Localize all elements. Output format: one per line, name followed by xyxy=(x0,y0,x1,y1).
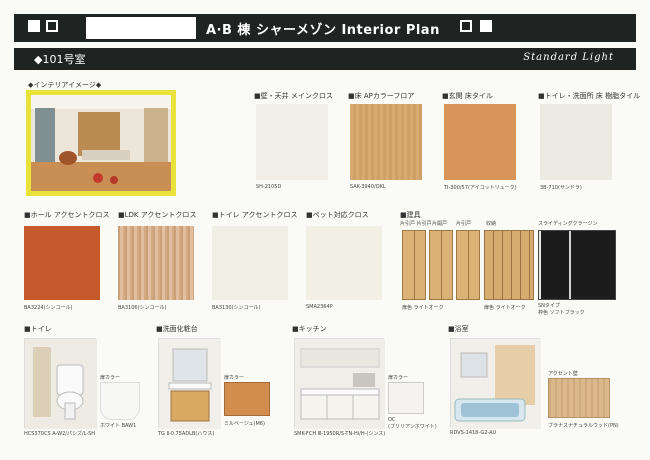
fittings-label: ■建具 xyxy=(400,211,421,219)
blank-label-box xyxy=(86,17,196,39)
finish-label-wall-ceiling: ■壁・天井 メインクロス xyxy=(254,92,333,100)
finish-code-toilet-floor: 3B-710(サンドラ) xyxy=(540,185,582,191)
swatch-toilet-accent xyxy=(212,226,288,300)
finish-code-hall: BA3224(シンコール) xyxy=(24,305,73,311)
finish-label-hall: ■ホール アクセントクロス xyxy=(24,211,110,219)
vanity-color-swatch xyxy=(224,382,270,416)
swatch-pet xyxy=(306,226,382,300)
kitchen-illustration xyxy=(295,339,385,429)
page-title: A·B 棟 シャーメゾン Interior Plan xyxy=(206,23,440,38)
door-label-sliding: 片引戸 片引戸 xyxy=(400,221,432,227)
finish-label-toilet-floor: ■トイレ・洗面所 床 樹脂タイル xyxy=(538,92,641,100)
toilet-label: ■トイレ xyxy=(24,325,52,333)
finish-label-entrance: ■玄関 床タイル xyxy=(442,92,493,100)
door-sliding-swatch xyxy=(402,230,426,300)
kitchen-color-swatch xyxy=(388,382,424,414)
vanity-color: ミルベージュ(M6) xyxy=(224,421,265,427)
swatch-floor xyxy=(350,104,422,180)
interior-plan-sheet: A·B 棟 シャーメゾン Interior Plan ◆101号室 Standa… xyxy=(0,0,650,460)
finish-code-pet: SMA2364P xyxy=(306,304,333,310)
finish-code-wall-ceiling: SH-2105D xyxy=(256,184,282,190)
finish-code-ldk: BA3106(シンコール) xyxy=(118,305,167,311)
swatch-entrance-tile xyxy=(444,104,516,180)
vanity-photo xyxy=(158,338,221,429)
finish-code-toilet-accent: BA3130(シンコール) xyxy=(212,305,261,311)
finish-label-floor: ■床 APカラーフロア xyxy=(348,92,415,100)
door-label-sliding-closet: スライディングクラージン xyxy=(538,221,598,227)
finish-label-toilet-accent: ■トイレ アクセントクロス xyxy=(212,211,298,219)
swatch-hall xyxy=(24,226,100,300)
room-number: ◆101号室 xyxy=(34,53,86,66)
sliding-closet-swatch xyxy=(538,230,616,300)
interior-image xyxy=(26,90,176,196)
bath-accent-swatch xyxy=(548,378,610,418)
door-hinged-swatch xyxy=(429,230,453,300)
kitchen-photo xyxy=(294,338,385,429)
toilet-door-color-label: 扉カラー xyxy=(100,375,121,381)
square-outline-icon xyxy=(46,20,58,32)
header-bar: A·B 棟 シャーメゾン Interior Plan xyxy=(14,14,636,42)
door-color-right-sub: 枠色 ソフトブラック xyxy=(538,310,585,316)
door-color-right: SNタイプ xyxy=(538,303,560,309)
swatch-wall-ceiling xyxy=(256,104,328,180)
swatch-ldk xyxy=(118,226,194,300)
door-label-single-sliding: 片引戸 xyxy=(456,221,472,227)
kitchen-code: SMK-FCH Ⅲ-1950R/S-TN-Hi/H-(シンス) xyxy=(294,431,386,437)
bath-accent-label: アクセント壁 xyxy=(548,371,578,377)
square-filled-icon xyxy=(28,20,40,32)
toilet-code: HCS370CS A-W2/パシズ/L-SH xyxy=(24,431,96,437)
toilet-illustration xyxy=(25,339,97,429)
sub-header-bar: ◆101号室 Standard Light xyxy=(14,48,636,70)
finish-label-pet: ■ペット対応クロス xyxy=(306,211,369,219)
toilet-color-swatch xyxy=(100,382,140,420)
door-color-mid: 扉色 ライトオーク xyxy=(484,305,526,311)
bath-label: ■浴室 xyxy=(448,325,469,333)
kitchen-label: ■キッチン xyxy=(292,325,327,333)
bath-illustration xyxy=(451,339,541,429)
finish-label-ldk: ■LDK アクセントクロス xyxy=(118,211,197,219)
kitchen-door-color-label: 扉カラー xyxy=(388,375,409,381)
bath-color: ブラナスナチュラルウッド(PN) xyxy=(548,423,619,429)
finish-code-floor: SAK-3940/OKL xyxy=(350,184,386,190)
kitchen-color-sub: (ブリリアンホワイト) xyxy=(388,424,437,430)
vanity-illustration xyxy=(159,339,221,429)
bath-photo xyxy=(450,338,541,429)
square-outline-icon xyxy=(460,20,472,32)
vanity-label: ■洗面化粧台 xyxy=(156,325,198,333)
standard-label: Standard Light xyxy=(523,52,614,63)
finish-code-entrance: TI-300/57(アイコットリューク) xyxy=(444,185,517,191)
vanity-door-color-label: 扉カラー xyxy=(224,375,245,381)
toilet-photo xyxy=(24,338,97,429)
door-label-storage: 収納 xyxy=(486,221,497,227)
toilet-color: ホワイト BAW1 xyxy=(100,423,137,429)
swatch-toilet-floor xyxy=(540,104,612,180)
vanity-code: TG Ⅱ-0.75ADLB(ハウス) xyxy=(158,431,215,437)
door-label-hinged: 片開戸 xyxy=(432,221,448,227)
square-filled-icon xyxy=(480,20,492,32)
storage-closet-swatch xyxy=(484,230,534,300)
door-color-left: 扉色 ライトオーク xyxy=(402,305,444,311)
bath-code: RDVS-1418-G2-AU xyxy=(450,430,497,436)
door-single-sliding-swatch xyxy=(456,230,480,300)
living-room-photo xyxy=(31,95,171,191)
interior-image-label: ◆インテリアイメージ◆ xyxy=(28,81,102,89)
